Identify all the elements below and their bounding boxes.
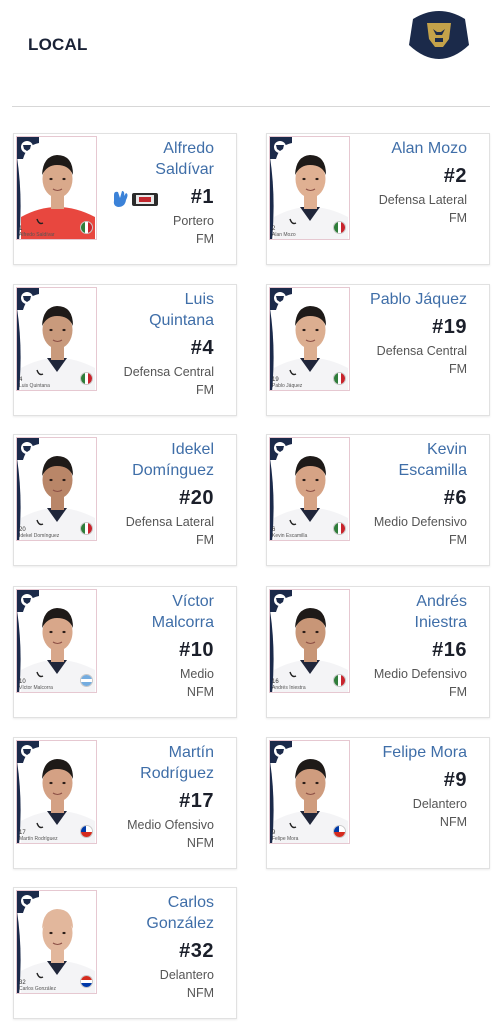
team-badge-icon	[17, 288, 39, 310]
player-name-line: Felipe Mora	[382, 744, 467, 761]
player-status: NFM	[186, 836, 214, 850]
player-position: Defensa Central	[376, 344, 467, 358]
player-number: #16	[432, 639, 467, 661]
team-badge-icon	[17, 438, 39, 460]
player-name-line: Luis	[184, 291, 214, 308]
team-badge-icon	[17, 741, 39, 763]
player-name-line: Andrés	[416, 593, 467, 610]
player-number: #19	[432, 316, 467, 338]
player-name-line: González	[146, 915, 214, 932]
player-info: Alfredo Saldívar #1 Portero FM	[84, 138, 214, 248]
photo-player-name: Luis Quintana	[19, 383, 50, 389]
photo-player-name: Alfredo Saldívar	[19, 232, 55, 238]
player-info: Martín Rodríguez #17 Medio Ofensivo NFM	[84, 742, 214, 852]
player-info: Alan Mozo #2 Defensa Lateral FM	[337, 138, 467, 227]
player-position: Defensa Lateral	[125, 515, 214, 529]
player-card[interactable]: 32 Carlos González Carlos González #32 De…	[13, 887, 237, 1019]
player-name-line: Saldívar	[155, 161, 214, 178]
player-position: Medio Ofensivo	[127, 818, 214, 832]
player-card[interactable]: 10 Víctor Malcorra Víctor Malcorra #10 Me…	[13, 586, 237, 718]
player-card[interactable]: 6 Kevin Escamilla Kevin Escamilla #6 Medi…	[266, 434, 490, 566]
player-status: FM	[448, 211, 467, 225]
team-badge-icon	[270, 137, 292, 159]
player-number: #20	[179, 487, 214, 509]
player-position: Delantero	[159, 968, 214, 982]
team-badge-icon	[270, 438, 292, 460]
team-badge-icon	[270, 288, 292, 310]
player-number: #4	[190, 337, 214, 359]
player-status: FM	[448, 362, 467, 376]
player-position: Medio	[179, 667, 214, 681]
player-position: Medio Defensivo	[373, 667, 467, 681]
player-info: Pablo Jáquez #19 Defensa Central FM	[337, 289, 467, 378]
photo-player-name: Pablo Jáquez	[272, 383, 303, 389]
player-name-line: Martín	[168, 744, 214, 761]
player-card[interactable]: 17 Martín Rodríguez Martín Rodríguez #17 …	[13, 737, 237, 869]
player-card[interactable]: 1 Alfredo Saldívar Alfredo Saldívar #1 Po…	[13, 133, 237, 265]
player-position: Delantero	[412, 797, 467, 811]
players-grid: 1 Alfredo Saldívar Alfredo Saldívar #1 Po…	[0, 0, 500, 1024]
player-name-line: Domínguez	[132, 462, 214, 479]
player-name-line: Malcorra	[151, 614, 214, 631]
player-name-line: Iniestra	[414, 614, 467, 631]
player-name-line: Carlos	[167, 894, 214, 911]
player-number: #1	[190, 186, 214, 208]
player-status: FM	[448, 533, 467, 547]
player-name-line: Kevin	[426, 441, 467, 458]
player-name-line: Pablo Jáquez	[370, 291, 467, 308]
player-card[interactable]: 4 Luis Quintana Luis Quintana #4 Defensa …	[13, 284, 237, 416]
player-status: NFM	[186, 986, 214, 1000]
player-name-line: Quintana	[149, 312, 214, 329]
player-name-line: Alfredo	[163, 140, 214, 157]
player-card[interactable]: 19 Pablo Jáquez Pablo Jáquez #19 Defensa…	[266, 284, 490, 416]
player-info: Andrés Iniestra #16 Medio Defensivo FM	[337, 591, 467, 701]
player-status: NFM	[186, 685, 214, 699]
player-status: FM	[195, 533, 214, 547]
team-badge-icon	[17, 137, 39, 159]
player-position: Medio Defensivo	[373, 515, 467, 529]
player-position: Portero	[173, 214, 214, 228]
player-position: Defensa Lateral	[378, 193, 467, 207]
team-badge-icon	[17, 891, 39, 913]
player-number: #2	[443, 165, 467, 187]
player-info: Víctor Malcorra #10 Medio NFM	[84, 591, 214, 701]
player-info: Luis Quintana #4 Defensa Central FM	[84, 289, 214, 399]
photo-player-name: Andrés Iniestra	[272, 685, 306, 691]
player-status: NFM	[439, 815, 467, 829]
player-position: Defensa Central	[123, 365, 214, 379]
player-card[interactable]: 2 Alan Mozo Alan Mozo #2 Defensa Lateral…	[266, 133, 490, 265]
player-info: Felipe Mora #9 Delantero NFM	[337, 742, 467, 831]
team-badge-icon	[17, 590, 39, 612]
player-name-line: Alan Mozo	[391, 140, 467, 157]
team-badge-icon	[270, 741, 292, 763]
photo-player-name: Idekel Domínguez	[19, 533, 60, 539]
photo-player-name: Carlos González	[19, 986, 56, 992]
player-card[interactable]: 20 Idekel Domínguez Idekel Domínguez #20 …	[13, 434, 237, 566]
player-name-line: Escamilla	[398, 462, 467, 479]
player-name-line: Idekel	[171, 441, 214, 458]
photo-player-name: Martín Rodríguez	[19, 836, 58, 842]
player-name-line: Víctor	[172, 593, 214, 610]
photo-player-name: Felipe Mora	[272, 836, 299, 842]
player-status: FM	[448, 685, 467, 699]
photo-player-name: Kevin Escamilla	[272, 533, 308, 539]
player-info: Idekel Domínguez #20 Defensa Lateral FM	[84, 439, 214, 549]
photo-player-name: Víctor Malcorra	[19, 685, 53, 691]
player-number: #9	[443, 769, 467, 791]
player-card[interactable]: 16 Andrés Iniestra Andrés Iniestra #16 Me…	[266, 586, 490, 718]
player-status: FM	[195, 232, 214, 246]
player-info: Kevin Escamilla #6 Medio Defensivo FM	[337, 439, 467, 549]
player-number: #17	[179, 790, 214, 812]
team-badge-icon	[270, 590, 292, 612]
photo-player-name: Alan Mozo	[272, 232, 296, 238]
player-name-line: Rodríguez	[140, 765, 214, 782]
player-card[interactable]: 9 Felipe Mora Felipe Mora #9 Delantero N…	[266, 737, 490, 869]
player-info: Carlos González #32 Delantero NFM	[84, 892, 214, 1002]
player-number: #32	[179, 940, 214, 962]
player-number: #6	[443, 487, 467, 509]
player-status: FM	[195, 383, 214, 397]
player-number: #10	[179, 639, 214, 661]
